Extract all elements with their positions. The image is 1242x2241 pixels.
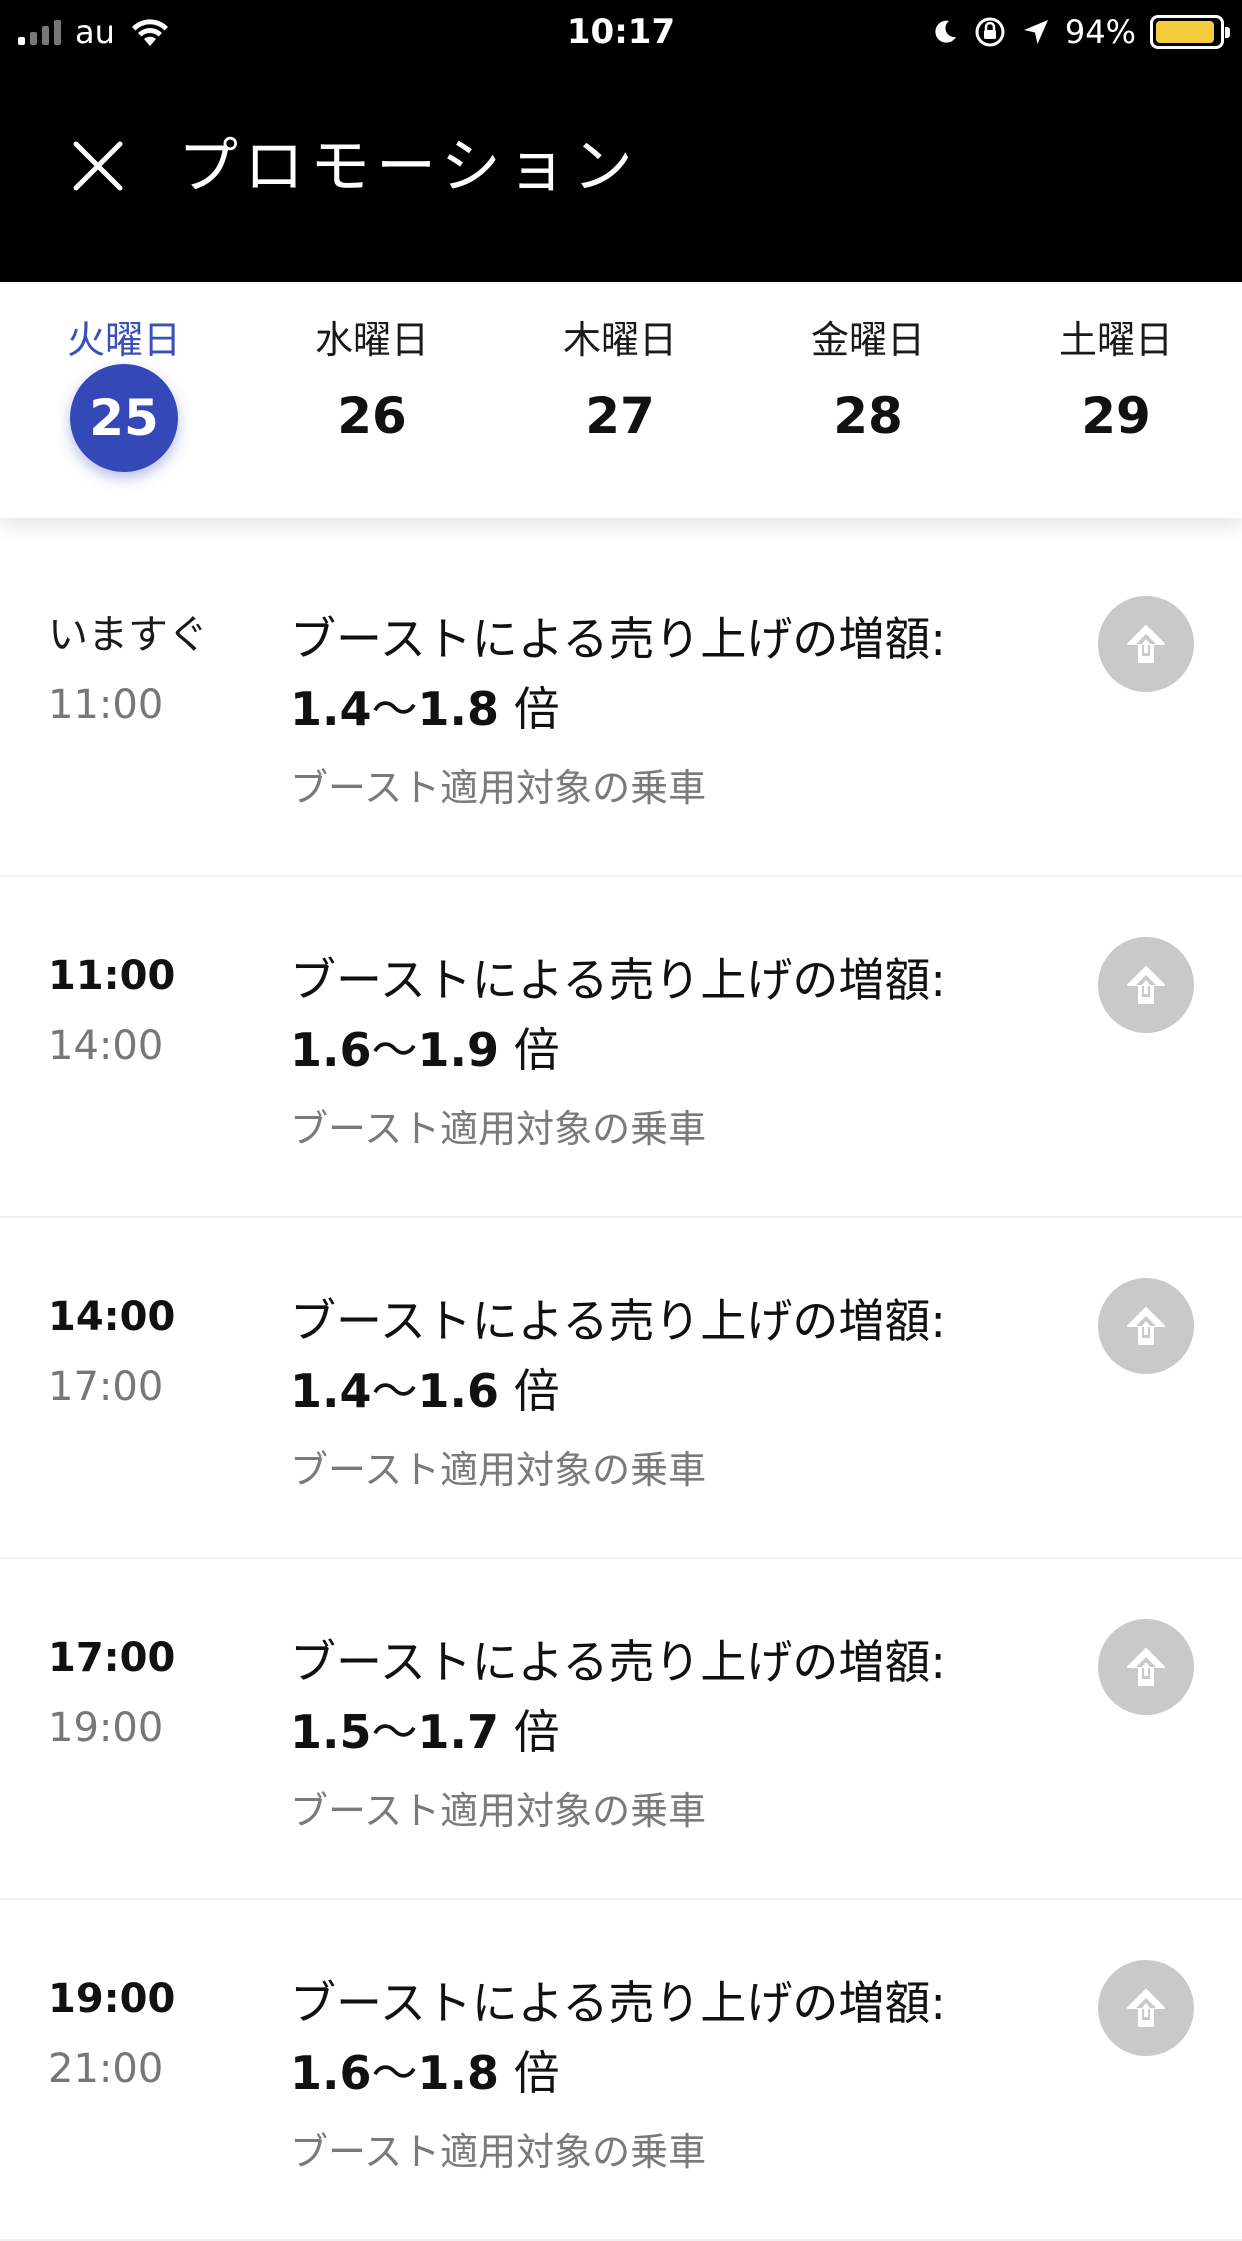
battery-fill (1156, 21, 1215, 43)
day-date: 29 (1081, 387, 1151, 445)
boost-arrow-icon (1127, 625, 1165, 663)
boost-arrow-icon (1127, 1648, 1165, 1686)
promotion-row[interactable]: 17:00 19:00 ブーストによる売り上げの増額: 1.5〜1.7 倍ブースト適… (0, 1559, 1242, 1900)
boost-multiplier-text: ブーストによる売り上げの増額: 1.6〜1.9 倍 (290, 945, 1070, 1085)
boost-label: ブーストによる売り上げの増額: (290, 1635, 946, 1689)
boost-arrow-icon (1127, 1989, 1165, 2027)
boost-min: 1.4 (290, 1364, 372, 1418)
boost-max: 1.9 (417, 1023, 500, 1077)
boost-icon[interactable] (1098, 596, 1194, 692)
boost-label: ブーストによる売り上げの増額: (290, 1976, 946, 2030)
boost-subtitle: ブースト適用対象の乗車 (290, 1448, 707, 1492)
day-tab-25[interactable]: 火曜日 25 (0, 282, 248, 518)
day-date: 27 (585, 387, 655, 445)
time-end: 17:00 (48, 1364, 164, 1410)
time-start: 19:00 (48, 1976, 176, 2022)
day-name: 土曜日 (1058, 318, 1173, 362)
boost-unit: 倍 (499, 2046, 560, 2100)
boost-icon[interactable] (1098, 1619, 1194, 1715)
boost-icon[interactable] (1098, 937, 1194, 1033)
time-start: 11:00 (48, 953, 176, 999)
battery-icon (1150, 15, 1230, 49)
boost-unit: 倍 (499, 1705, 560, 1759)
day-name: 火曜日 (66, 318, 181, 362)
boost-min: 1.6 (290, 2046, 372, 2100)
boost-multiplier-text: ブーストによる売り上げの増額: 1.4〜1.6 倍 (290, 1286, 1070, 1426)
day-date: 25 (89, 389, 159, 447)
time-start: 14:00 (48, 1294, 176, 1340)
boost-subtitle: ブースト適用対象の乗車 (290, 2130, 707, 2174)
boost-multiplier-text: ブーストによる売り上げの増額: 1.6〜1.8 倍 (290, 1968, 1070, 2108)
boost-icon[interactable] (1098, 1278, 1194, 1374)
close-icon[interactable] (66, 134, 130, 198)
boost-label: ブーストによる売り上げの増額: (290, 953, 946, 1007)
day-tab-27[interactable]: 木曜日 27 (496, 282, 744, 518)
boost-max: 1.8 (417, 2046, 500, 2100)
boost-min: 1.4 (290, 682, 372, 736)
battery-percent: 94% (1064, 13, 1136, 51)
location-arrow-icon (1023, 20, 1048, 44)
header: プロモーション (0, 64, 1242, 282)
boost-separator: 〜 (371, 682, 418, 736)
day-name: 金曜日 (810, 318, 925, 362)
promotion-row[interactable]: いますぐ 11:00 ブーストによる売り上げの増額: 1.4〜1.8 倍ブースト適用… (0, 536, 1242, 877)
boost-subtitle: ブースト適用対象の乗車 (290, 1789, 707, 1833)
boost-multiplier-text: ブーストによる売り上げの増額: 1.5〜1.7 倍 (290, 1627, 1070, 1767)
day-tab-28[interactable]: 金曜日 28 (744, 282, 992, 518)
boost-separator: 〜 (371, 2046, 418, 2100)
time-start: いますぐ (48, 612, 208, 658)
boost-separator: 〜 (371, 1364, 418, 1418)
boost-label: ブーストによる売り上げの増額: (290, 1294, 946, 1348)
boost-max: 1.7 (417, 1705, 500, 1759)
status-right: 94% (931, 10, 1230, 54)
day-tab-26[interactable]: 水曜日 26 (248, 282, 496, 518)
boost-max: 1.8 (417, 682, 500, 736)
boost-subtitle: ブースト適用対象の乗車 (290, 766, 707, 810)
boost-subtitle: ブースト適用対象の乗車 (290, 1107, 707, 1151)
day-tab-29[interactable]: 土曜日 29 (992, 282, 1240, 518)
time-end: 21:00 (48, 2046, 164, 2092)
rotation-lock-icon (975, 17, 1005, 47)
boost-icon[interactable] (1098, 1960, 1194, 2056)
day-date: 26 (337, 387, 407, 445)
boost-separator: 〜 (371, 1705, 418, 1759)
time-start: 17:00 (48, 1635, 176, 1681)
boost-multiplier-text: ブーストによる売り上げの増額: 1.4〜1.8 倍 (290, 604, 1070, 744)
page-title: プロモーション (178, 132, 639, 202)
boost-unit: 倍 (499, 682, 560, 736)
boost-min: 1.6 (290, 1023, 372, 1077)
time-end: 19:00 (48, 1705, 164, 1751)
day-name: 木曜日 (562, 318, 677, 362)
time-end: 11:00 (48, 682, 164, 728)
day-selector: 火曜日 25 水曜日 26 木曜日 27 金曜日 28 土曜日 29 (0, 282, 1242, 518)
boost-unit: 倍 (499, 1023, 560, 1077)
time-end: 14:00 (48, 1023, 164, 1069)
boost-max: 1.6 (417, 1364, 500, 1418)
boost-label: ブーストによる売り上げの増額: (290, 612, 946, 666)
day-name: 水曜日 (314, 318, 429, 362)
promotion-row[interactable]: 14:00 17:00 ブーストによる売り上げの増額: 1.4〜1.6 倍ブースト適… (0, 1218, 1242, 1559)
status-bar: au 10:17 94% (0, 0, 1242, 64)
boost-separator: 〜 (371, 1023, 418, 1077)
boost-unit: 倍 (499, 1364, 560, 1418)
promotion-row[interactable]: 11:00 14:00 ブーストによる売り上げの増額: 1.6〜1.9 倍ブースト適… (0, 877, 1242, 1218)
day-date: 28 (833, 387, 903, 445)
promotion-row[interactable]: 19:00 21:00 ブーストによる売り上げの増額: 1.6〜1.8 倍ブースト適… (0, 1900, 1242, 2241)
promotion-list: いますぐ 11:00 ブーストによる売り上げの増額: 1.4〜1.8 倍ブースト適用… (0, 536, 1242, 2241)
moon-icon (935, 20, 956, 43)
boost-arrow-icon (1127, 966, 1165, 1004)
boost-arrow-icon (1127, 1307, 1165, 1345)
boost-min: 1.5 (290, 1705, 372, 1759)
